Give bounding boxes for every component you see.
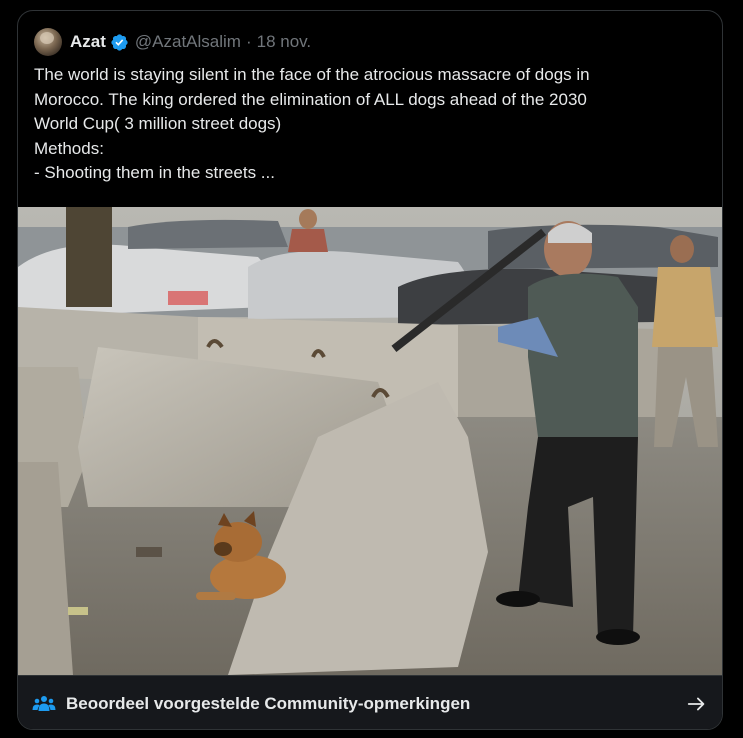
community-notes-label: Beoordeel voorgestelde Community-opmerki… <box>66 693 471 713</box>
handle[interactable]: @AzatAlsalim <box>135 32 241 52</box>
photo-illustration <box>18 207 722 675</box>
tweet-header: Azat @AzatAlsalim · 18 nov. <box>34 28 311 56</box>
separator-dot: · <box>245 32 252 51</box>
community-notes-bar[interactable]: Beoordeel voorgestelde Community-opmerki… <box>18 675 722 729</box>
timestamp[interactable]: 18 nov. <box>257 32 312 52</box>
arrow-right-icon[interactable] <box>686 693 708 715</box>
display-name[interactable]: Azat <box>70 32 106 52</box>
avatar[interactable] <box>34 28 62 56</box>
tweet-card[interactable]: Azat @AzatAlsalim · 18 nov. The world is… <box>17 10 723 730</box>
people-icon <box>32 695 56 711</box>
tweet-photo[interactable] <box>18 207 722 675</box>
tweet-text: The world is staying silent in the face … <box>34 65 590 182</box>
verified-badge-icon <box>111 33 128 51</box>
